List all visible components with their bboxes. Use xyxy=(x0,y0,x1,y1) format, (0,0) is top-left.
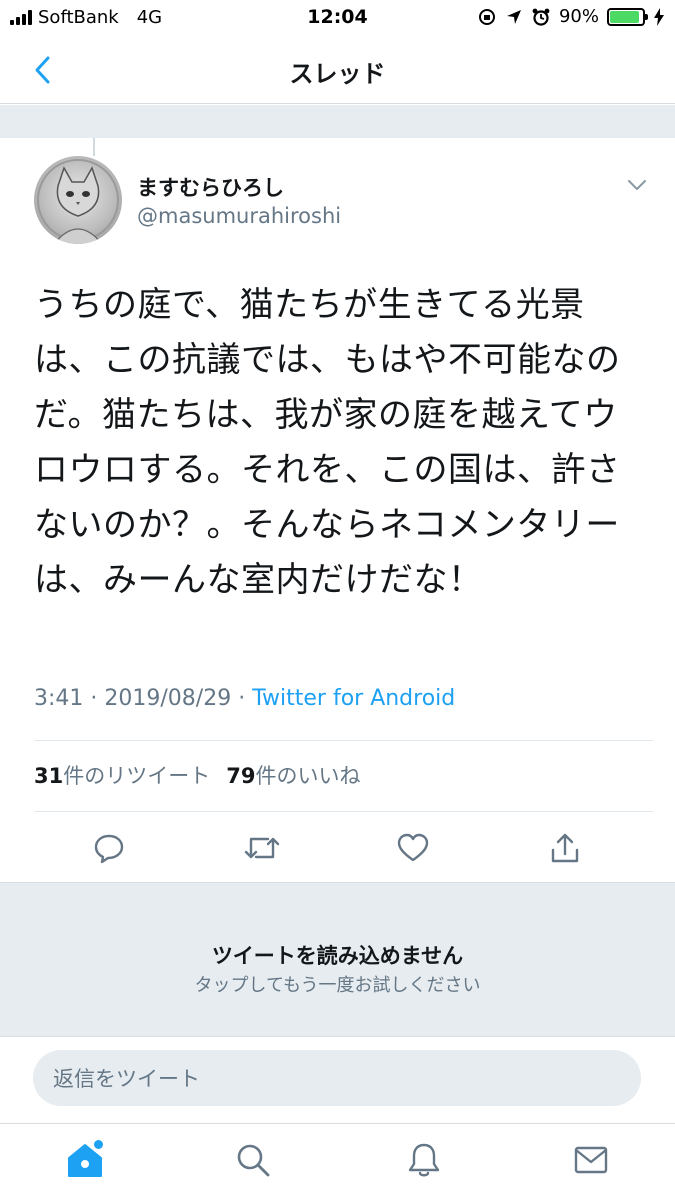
notification-dot xyxy=(94,1140,103,1149)
cat-avatar-icon xyxy=(37,159,119,244)
alarm-icon xyxy=(532,8,550,26)
mail-icon xyxy=(574,1146,608,1174)
load-error-subtitle: タップしてもう一度お試しください xyxy=(194,975,481,996)
retweet-count-link[interactable]: 31件のリツイート xyxy=(34,760,210,790)
share-button[interactable] xyxy=(545,828,585,868)
heart-icon xyxy=(397,833,429,862)
tab-notifications[interactable] xyxy=(402,1138,446,1182)
reply-input[interactable]: 返信をツイート xyxy=(33,1050,641,1106)
retweet-button[interactable] xyxy=(242,828,282,868)
user-handle[interactable]: @masumurahiroshi xyxy=(137,204,341,228)
tweet-source-link[interactable]: Twitter for Android xyxy=(252,686,455,711)
nav-bar: スレッド xyxy=(0,36,675,104)
battery-fill xyxy=(610,10,639,23)
load-error-title: ツイートを読み込めません xyxy=(211,944,464,968)
tweet-stats: 31件のリツイート 79件のいいね xyxy=(34,760,360,790)
battery-icon xyxy=(607,7,648,26)
meta-separator: · xyxy=(238,686,246,711)
bell-icon xyxy=(408,1143,440,1177)
divider xyxy=(34,740,653,741)
tab-search[interactable] xyxy=(231,1138,275,1182)
chevron-down-icon xyxy=(628,180,646,190)
like-count: 79 xyxy=(226,764,256,788)
share-icon xyxy=(551,833,579,863)
battery-percent: 90% xyxy=(558,6,599,27)
reply-button[interactable] xyxy=(89,828,129,868)
tab-bar xyxy=(0,1123,675,1200)
status-right: 90% xyxy=(477,6,665,27)
retweet-label: 件のリツイート xyxy=(63,764,211,788)
page-title: スレッド xyxy=(289,60,386,88)
reply-placeholder: 返信をツイート xyxy=(53,1067,200,1091)
orientation-lock-icon xyxy=(478,8,495,25)
tweet-options-button[interactable] xyxy=(627,176,647,195)
like-count-link[interactable]: 79件のいいね xyxy=(226,760,360,790)
reply-icon xyxy=(94,834,124,864)
tab-messages[interactable] xyxy=(569,1138,613,1182)
display-name[interactable]: ますむらひろし xyxy=(137,172,284,202)
like-button[interactable] xyxy=(393,828,433,868)
thread-connector-line xyxy=(93,138,95,156)
meta-separator: · xyxy=(90,686,98,711)
status-bar: SoftBank 4G 12:04 90% xyxy=(0,0,675,36)
divider xyxy=(34,811,653,812)
tweet-load-error[interactable]: ツイートを読み込めません タップしてもう一度お試しください xyxy=(0,882,675,1037)
thread-top-band xyxy=(0,105,675,138)
avatar[interactable] xyxy=(34,156,122,244)
tweet-time: 3:41 xyxy=(34,686,84,711)
tweet-actions xyxy=(0,828,675,870)
like-label: 件のいいね xyxy=(255,764,361,788)
search-icon xyxy=(237,1144,270,1177)
retweet-count: 31 xyxy=(34,764,64,788)
tweet-date: 2019/08/29 xyxy=(104,686,232,711)
retweet-icon xyxy=(244,837,280,859)
charging-bolt-icon xyxy=(654,7,664,26)
tweet-text: うちの庭で、猫たちが生きてる光景は、この抗議では、もはや不可能なのだ。猫たちは、… xyxy=(34,285,621,600)
tab-home[interactable] xyxy=(63,1138,107,1182)
tweet-meta: 3:41 · 2019/08/29 · Twitter for Android xyxy=(34,686,455,711)
location-icon xyxy=(506,9,521,24)
